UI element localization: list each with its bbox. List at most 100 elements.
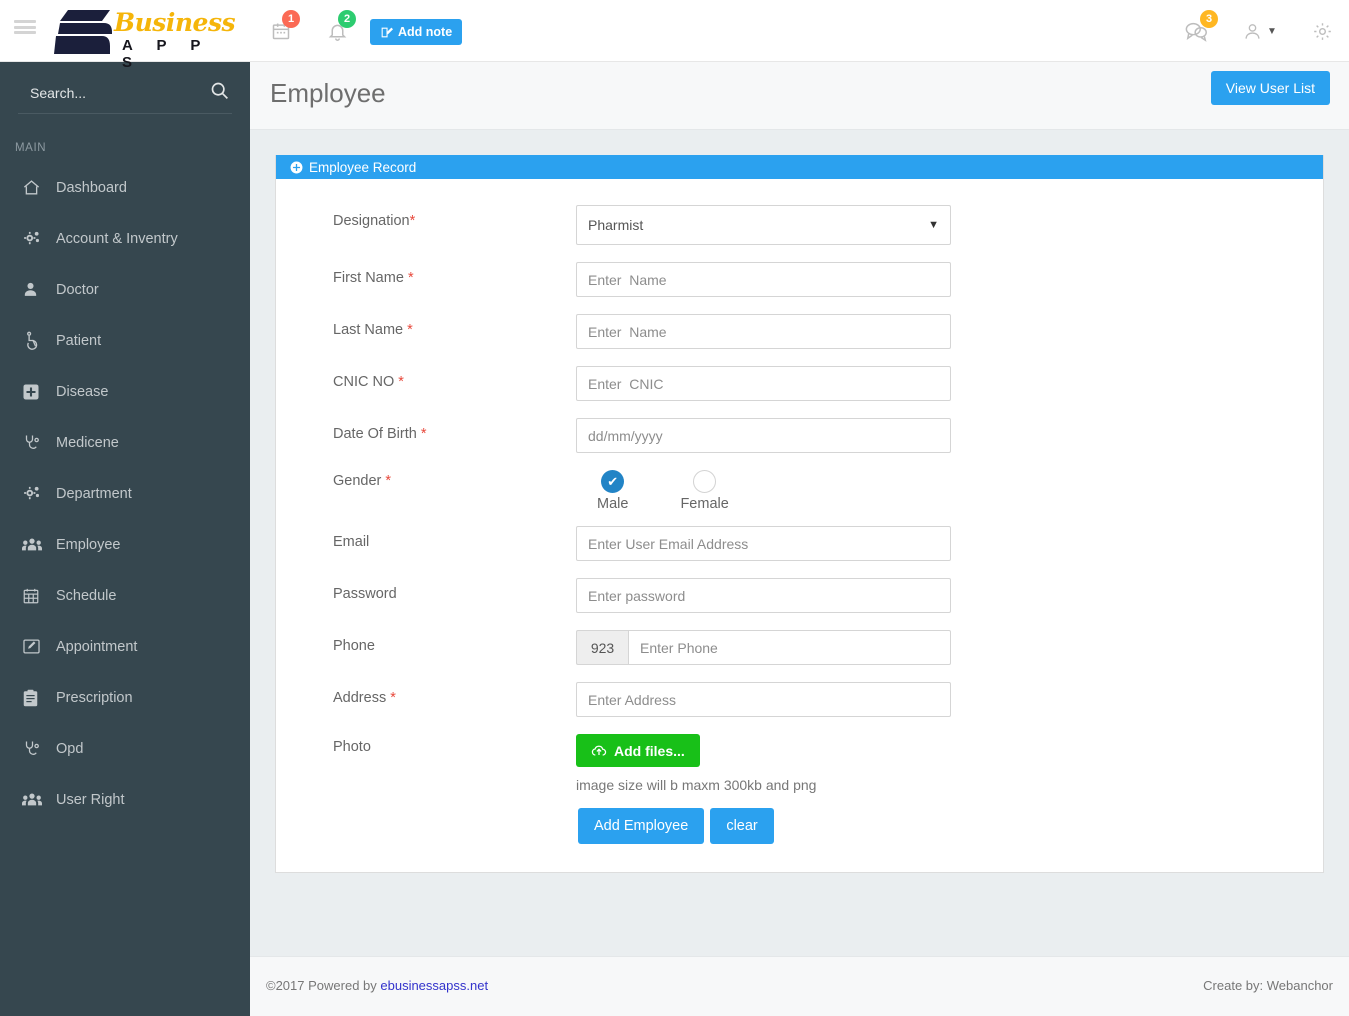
sidebar-item-patient[interactable]: Patient [0, 315, 250, 366]
sidebar-item-account-inventry[interactable]: Account & Inventry [0, 213, 250, 264]
footer-link[interactable]: ebusinessapss.net [380, 978, 488, 993]
add-note-button[interactable]: Add note [370, 19, 463, 45]
sidebar-item-dashboard[interactable]: Dashboard [0, 162, 250, 213]
required-marker: * [398, 374, 404, 390]
form-row-last-name: Last Name * [276, 314, 1323, 349]
add-files-button[interactable]: Add files... [576, 734, 700, 767]
sidebar-item-label: Prescription [56, 689, 133, 706]
sidebar-item-medicene[interactable]: Medicene [0, 417, 250, 468]
bell-badge: 2 [338, 10, 356, 28]
view-user-list-button[interactable]: View User List [1210, 71, 1330, 105]
add-note-label: Add note [398, 25, 453, 39]
add-employee-button[interactable]: Add Employee [578, 808, 705, 844]
dob-label-text: Date Of Birth [333, 426, 417, 442]
cnic-label: CNIC NO * [276, 366, 576, 390]
gender-option-female[interactable]: Female [680, 470, 729, 512]
plus-circle-icon [290, 161, 303, 173]
hamburger-line [14, 25, 36, 29]
form-actions: Add Employee clear [576, 808, 951, 844]
cnic-label-text: CNIC NO [333, 374, 395, 390]
sidebar-item-label: Department [56, 485, 132, 502]
user-icon [22, 281, 56, 298]
gender-label-text: Gender [333, 473, 382, 489]
footer-copyright: ©2017 Powered by ebusinessapss.net [266, 978, 488, 993]
cnic-input[interactable] [576, 366, 951, 401]
last-name-input[interactable] [576, 314, 951, 349]
hamburger-line [14, 31, 36, 34]
sidebar-item-schedule[interactable]: Schedule [0, 570, 250, 621]
email-input[interactable] [576, 526, 951, 561]
search-icon[interactable] [209, 80, 230, 106]
sidebar-item-department[interactable]: Department [0, 468, 250, 519]
form-row-designation: Designation* Pharmist ▼ [276, 205, 1323, 245]
sidebar-item-employee[interactable]: Employee [0, 519, 250, 570]
chevron-down-icon: ▼ [1267, 25, 1277, 37]
cogs-icon [22, 229, 56, 248]
last-name-label: Last Name * [276, 314, 576, 338]
employee-record-panel: Employee Record Designation* Pharmist ▼ [275, 155, 1324, 873]
bell-icon[interactable]: 2 [320, 10, 356, 48]
users-icon [22, 536, 56, 554]
sidebar-item-disease[interactable]: Disease [0, 366, 250, 417]
user-icon [1245, 23, 1260, 39]
panel-title: Employee Record [309, 159, 417, 175]
user-menu-button[interactable]: ▼ [1238, 14, 1282, 48]
required-marker: * [409, 213, 416, 229]
clear-button[interactable]: clear [710, 808, 774, 844]
clipboard-icon [22, 689, 56, 707]
address-input[interactable] [576, 682, 951, 717]
gear-icon[interactable] [1305, 14, 1339, 48]
hamburger-line [14, 20, 36, 23]
sidebar-item-label: Dashboard [56, 179, 127, 196]
form-row-date-of-birth: Date Of Birth * [276, 418, 1323, 453]
calendar-badge: 1 [282, 10, 300, 28]
sidebar-search[interactable] [18, 78, 232, 114]
photo-hint-text: image size will b maxm 300kb and png [576, 777, 817, 793]
phone-input[interactable] [628, 630, 951, 665]
designation-select[interactable]: Pharmist [576, 205, 951, 245]
sidebar-item-label: Schedule [56, 587, 117, 604]
last-name-label-text: Last Name [333, 322, 404, 338]
footer: ©2017 Powered by ebusinessapss.net Creat… [250, 956, 1349, 1016]
required-marker: * [420, 426, 427, 442]
menu-toggle-button[interactable] [14, 18, 36, 36]
stethoscope-icon [22, 434, 56, 452]
content-area: Employee Record Designation* Pharmist ▼ [250, 130, 1349, 1016]
required-marker: * [407, 322, 413, 338]
required-marker: * [390, 690, 396, 706]
sidebar-item-appointment[interactable]: Appointment [0, 621, 250, 672]
designation-label: Designation* [276, 205, 576, 229]
gender-option-male[interactable]: ✔ Male [597, 470, 628, 512]
calendar-icon[interactable]: 1 [264, 10, 300, 48]
required-marker: * [407, 270, 414, 286]
phone-country-prefix: 923 [576, 630, 628, 665]
chat-icon[interactable]: 3 [1180, 10, 1218, 48]
form-row-cnic: CNIC NO * [276, 366, 1323, 401]
gender-option-label: Female [680, 496, 729, 512]
form-row-phone: Phone 923 [276, 630, 1323, 665]
date-of-birth-input[interactable] [576, 418, 951, 453]
page-header: Employee View User List [250, 62, 1349, 130]
edit-icon [381, 27, 393, 37]
sidebar-item-user-right[interactable]: User Right [0, 774, 250, 825]
gender-option-label: Male [597, 496, 629, 512]
password-input[interactable] [576, 578, 951, 613]
form-row-photo: Photo Add files... image size will b max… [276, 734, 1323, 844]
cloud-upload-icon [591, 745, 607, 756]
sidebar-item-prescription[interactable]: Prescription [0, 672, 250, 723]
search-input[interactable] [18, 84, 188, 107]
sidebar-item-label: Employee [56, 536, 121, 553]
app-logo[interactable]: Business A P P S [54, 6, 236, 71]
sidebar-item-opd[interactable]: Opd [0, 723, 250, 774]
gender-label: Gender * [276, 470, 576, 489]
search-glyph [211, 82, 228, 99]
email-label: Email [333, 534, 370, 550]
first-name-label: First Name * [276, 262, 576, 286]
phone-input-group: 923 [576, 630, 951, 665]
radio-checked-icon[interactable]: ✔ [601, 470, 625, 493]
sidebar-item-doctor[interactable]: Doctor [0, 264, 250, 315]
radio-unchecked-icon[interactable] [693, 470, 717, 493]
photo-label: Photo [333, 739, 371, 755]
add-files-label: Add files... [614, 742, 685, 759]
first-name-input[interactable] [576, 262, 951, 297]
